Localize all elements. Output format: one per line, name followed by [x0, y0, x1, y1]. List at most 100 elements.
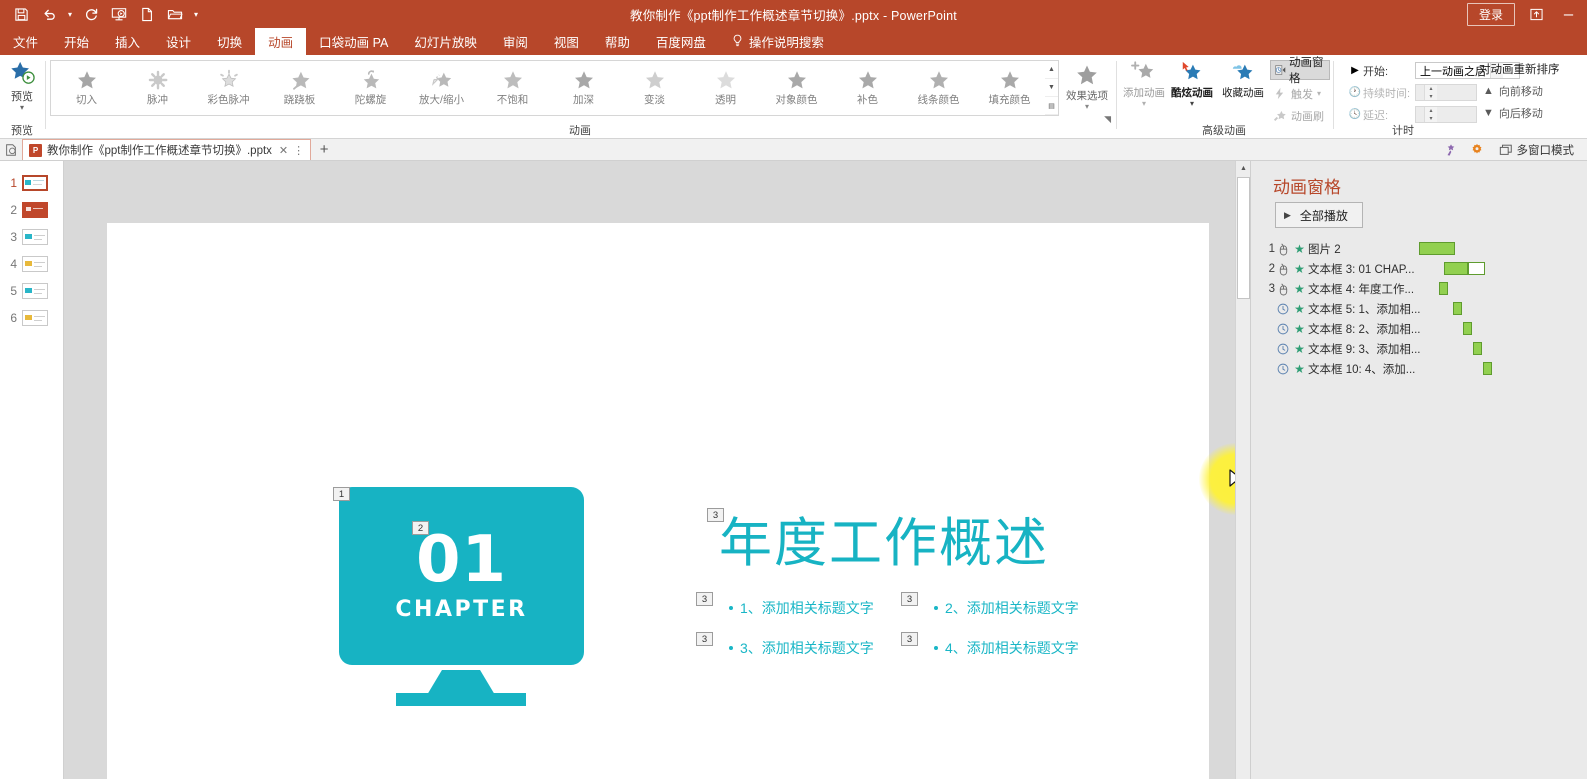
- animation-item-maichong[interactable]: 脉冲: [122, 61, 193, 115]
- tab-file[interactable]: 文件: [0, 28, 51, 55]
- spinner-arrows-icon[interactable]: ▴ ▾: [1424, 107, 1437, 122]
- spinner-arrows-icon[interactable]: ▴ ▾: [1424, 85, 1437, 100]
- tab-insert[interactable]: 插入: [102, 28, 153, 55]
- slide-thumb-image[interactable]: [22, 309, 48, 326]
- gear-icon[interactable]: [1468, 141, 1486, 159]
- tab-home[interactable]: 开始: [51, 28, 102, 55]
- tell-me-search[interactable]: 操作说明搜索: [719, 28, 837, 55]
- animation-item-buse[interactable]: 补色: [832, 61, 903, 115]
- plugin-icon[interactable]: [1442, 141, 1460, 159]
- tab-pocket-animation[interactable]: 口袋动画 PA: [306, 28, 401, 55]
- new-tab-icon[interactable]: +: [311, 141, 337, 158]
- duration-spinner[interactable]: ▴ ▾: [1415, 84, 1477, 101]
- bullet-item-2[interactable]: 2、添加相关标题文字: [934, 598, 1079, 618]
- animation-tag-chapter-text[interactable]: 2: [412, 521, 429, 535]
- animation-item-jiashen[interactable]: 加深: [548, 61, 619, 115]
- cool-animation-button[interactable]: 酷炫动画 ▾: [1168, 60, 1216, 108]
- chevron-down-icon[interactable]: ▾: [20, 104, 24, 112]
- animation-timeline-bar[interactable]: [1444, 262, 1468, 275]
- animation-item-biandan[interactable]: 变淡: [619, 61, 690, 115]
- slide-thumbnail-panel[interactable]: 1 2 3 4 5 6: [0, 161, 64, 779]
- gallery-more-icon[interactable]: ▤: [1045, 97, 1058, 115]
- delay-spinner[interactable]: ▴ ▾: [1415, 106, 1477, 123]
- chapter-monitor-graphic[interactable]: 01 CHAPTER: [339, 487, 584, 712]
- animation-row-7[interactable]: ★ 文本框 10: 4、添加...: [1261, 359, 1586, 379]
- animation-row-4[interactable]: ★ 文本框 5: 1、添加相...: [1261, 299, 1586, 319]
- animation-timeline-bar[interactable]: [1419, 242, 1455, 255]
- slide-thumbnail-5[interactable]: 5: [0, 277, 64, 304]
- gallery-scroll-buttons[interactable]: ▲ ▼ ▤: [1045, 60, 1059, 116]
- animation-timeline-bar[interactable]: [1483, 362, 1492, 375]
- animation-item-bubaohe[interactable]: 不饱和: [477, 61, 548, 115]
- animation-timeline-bar[interactable]: [1473, 342, 1482, 355]
- effect-options-button[interactable]: 效果选项 ▾: [1063, 60, 1111, 111]
- animation-item-duixiangyanse[interactable]: 对象颜色: [761, 61, 832, 115]
- slide-thumb-image[interactable]: [22, 174, 48, 191]
- animation-row-5[interactable]: ★ 文本框 8: 2、添加相...: [1261, 319, 1586, 339]
- tab-design[interactable]: 设计: [153, 28, 204, 55]
- animation-item-tiaoseyanse[interactable]: 线条颜色: [903, 61, 974, 115]
- slide-thumbnail-4[interactable]: 4: [0, 250, 64, 277]
- add-animation-button[interactable]: 添加动画 ▾: [1120, 60, 1168, 108]
- chevron-down-icon[interactable]: ▾: [1190, 100, 1194, 108]
- multi-window-mode-button[interactable]: 多窗口模式: [1494, 141, 1580, 159]
- animation-item-tuoluoxuan[interactable]: 陀螺旋: [335, 61, 406, 115]
- sign-in-button[interactable]: 登录: [1466, 2, 1515, 26]
- animation-row-1[interactable]: 1 ★ 图片 2: [1261, 239, 1586, 259]
- animation-item-fangdasuoxiao[interactable]: 放大/缩小: [406, 61, 477, 115]
- chevron-down-icon[interactable]: ▾: [1142, 100, 1146, 108]
- scrollbar-thumb[interactable]: [1237, 177, 1250, 299]
- animation-row-2[interactable]: 2 ★ 文本框 3: 01 CHAP...: [1261, 259, 1586, 279]
- tab-view[interactable]: 视图: [541, 28, 592, 55]
- document-list-icon[interactable]: [0, 143, 22, 157]
- slide-thumb-image[interactable]: [22, 282, 48, 299]
- gallery-scroll-up-icon[interactable]: ▲: [1045, 61, 1058, 79]
- tab-slideshow[interactable]: 幻灯片放映: [401, 28, 490, 55]
- close-icon[interactable]: ✕: [279, 144, 288, 157]
- animation-tag-bullet-1[interactable]: 3: [696, 592, 713, 606]
- tab-review[interactable]: 审阅: [490, 28, 541, 55]
- animation-dialog-launcher-icon[interactable]: ◥: [1104, 114, 1111, 125]
- favorite-animation-button[interactable]: 收藏动画: [1219, 60, 1267, 100]
- slide-thumb-image[interactable]: [22, 255, 48, 272]
- animation-pane-toggle[interactable]: 动画窗格: [1270, 57, 1330, 85]
- animation-tag-picture[interactable]: 1: [333, 487, 350, 501]
- slide-thumbnail-2[interactable]: 2: [0, 196, 64, 223]
- bullet-item-3[interactable]: 3、添加相关标题文字: [729, 638, 874, 658]
- trigger-button[interactable]: 触发 ▾: [1272, 84, 1321, 103]
- scroll-up-icon[interactable]: ▲: [1236, 161, 1251, 176]
- tab-baidu-netdisk[interactable]: 百度网盘: [643, 28, 719, 55]
- bullet-item-1[interactable]: 1、添加相关标题文字: [729, 598, 874, 618]
- slide-thumbnail-1[interactable]: 1: [0, 169, 64, 196]
- animation-timeline-bar[interactable]: [1463, 322, 1472, 335]
- minimize-icon[interactable]: [1557, 3, 1579, 25]
- slide-area-scrollbar[interactable]: ▲: [1235, 161, 1250, 779]
- animation-timeline-bar[interactable]: [1453, 302, 1462, 315]
- animation-item-qiaoqiaoban[interactable]: 跷跷板: [264, 61, 335, 115]
- tab-animations[interactable]: 动画: [255, 28, 307, 55]
- slide-thumbnail-3[interactable]: 3: [0, 223, 64, 250]
- tab-help[interactable]: 帮助: [592, 28, 643, 55]
- animation-tag-bullet-4[interactable]: 3: [901, 632, 918, 646]
- bullet-item-4[interactable]: 4、添加相关标题文字: [934, 638, 1079, 658]
- tab-transitions[interactable]: 切换: [204, 28, 255, 55]
- tab-menu-icon[interactable]: ⋮: [293, 144, 304, 157]
- slide-thumb-image[interactable]: [22, 201, 48, 218]
- play-all-button[interactable]: ▶ 全部播放: [1275, 202, 1363, 228]
- document-tab[interactable]: P 教你制作《ppt制作工作概述章节切换》.pptx ✕ ⋮: [22, 139, 312, 160]
- slide-thumb-image[interactable]: [22, 228, 48, 245]
- animation-item-caisemaichong[interactable]: 彩色脉冲: [193, 61, 264, 115]
- animation-item-tianchongyanse[interactable]: 填充颜色: [974, 61, 1045, 115]
- animation-tag-bullet-3[interactable]: 3: [696, 632, 713, 646]
- slide-canvas[interactable]: 01 CHAPTER 1 2 年度工作概述 3 1、添加相关标题文字 3 2、添…: [107, 223, 1209, 779]
- gallery-scroll-down-icon[interactable]: ▼: [1045, 79, 1058, 97]
- animation-row-3[interactable]: 3 ★ 文本框 4: 年度工作...: [1261, 279, 1586, 299]
- animation-timeline-bar-hollow[interactable]: [1468, 262, 1485, 275]
- animation-tag-bullet-2[interactable]: 3: [901, 592, 918, 606]
- slide-title[interactable]: 年度工作概述: [719, 501, 1049, 577]
- animation-row-6[interactable]: ★ 文本框 9: 3、添加相...: [1261, 339, 1586, 359]
- preview-button[interactable]: 预览 ▾: [0, 55, 44, 112]
- animation-tag-title[interactable]: 3: [707, 508, 724, 522]
- ribbon-display-options-icon[interactable]: [1525, 3, 1547, 25]
- chevron-down-icon[interactable]: ▾: [1317, 89, 1321, 98]
